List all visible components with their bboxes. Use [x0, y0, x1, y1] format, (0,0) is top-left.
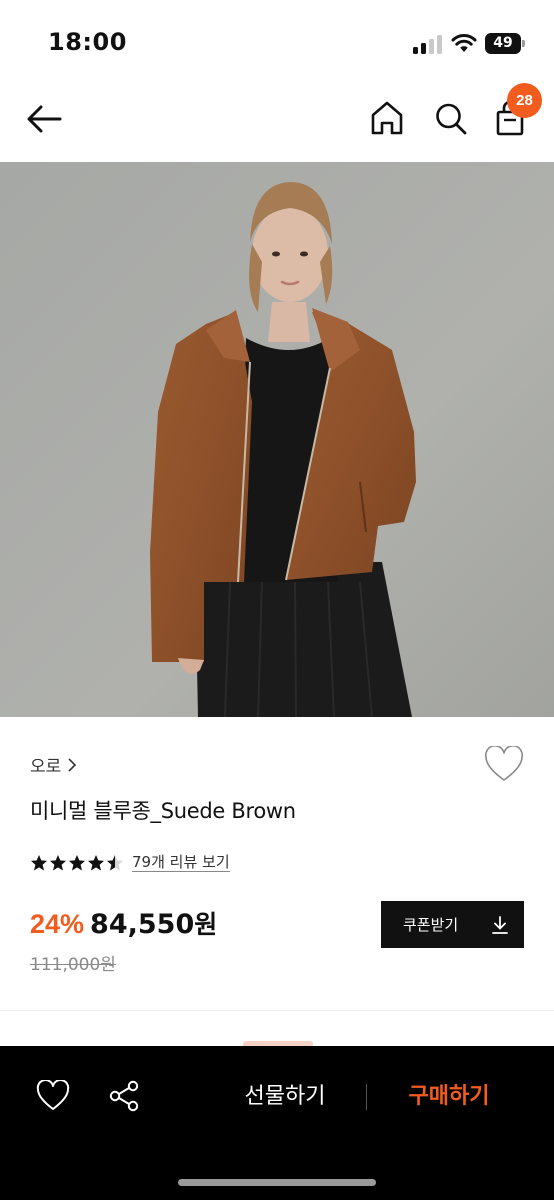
top-nav: 28 [0, 80, 554, 162]
coupon-label: 쿠폰받기 [403, 916, 459, 934]
sale-price: 84,550 [90, 909, 195, 940]
gift-button[interactable]: 선물하기 [228, 1080, 342, 1114]
button-separator [366, 1084, 367, 1110]
share-icon[interactable] [107, 1079, 141, 1113]
price-unit: 원 [194, 910, 218, 939]
status-time: 18:00 [48, 28, 127, 56]
review-link[interactable]: 79개 리뷰 보기 [132, 853, 230, 872]
star-icon [50, 854, 66, 870]
brand-link[interactable]: 오로 [30, 752, 77, 777]
brand-name: 오로 [30, 757, 62, 777]
back-arrow-icon[interactable] [24, 98, 66, 140]
bottom-action-bar: 선물하기 구매하기 [0, 1046, 554, 1200]
battery-icon: 49 [485, 33, 525, 54]
heart-icon[interactable] [36, 1080, 70, 1112]
star-icon [107, 854, 123, 870]
rating-row: 79개 리뷰 보기 [30, 853, 230, 872]
wishlist-heart-icon[interactable] [484, 746, 524, 784]
product-name: 미니멀 블루종_Suede Brown [30, 799, 296, 823]
chevron-right-icon [68, 757, 77, 772]
star-icon [31, 854, 47, 870]
cart-count-badge[interactable]: 28 [507, 83, 542, 118]
home-indicator [178, 1179, 376, 1186]
star-icon [69, 854, 85, 870]
download-icon [492, 915, 508, 934]
cellular-signal-icon [413, 34, 443, 54]
original-price: 111,000원 [30, 955, 116, 975]
home-icon[interactable] [368, 98, 406, 138]
status-bar: 18:00 49 [0, 0, 554, 80]
product-image[interactable] [0, 162, 554, 717]
search-icon[interactable] [432, 98, 470, 138]
battery-level: 49 [485, 33, 521, 54]
buy-button[interactable]: 구매하기 [392, 1080, 506, 1114]
section-divider [0, 1010, 554, 1011]
price-row: 24% 84,550 원 [30, 905, 217, 941]
discount-rate: 24% [30, 909, 85, 939]
rating-stars [30, 854, 124, 872]
wifi-icon [451, 33, 477, 52]
coupon-button[interactable]: 쿠폰받기 [381, 901, 524, 948]
star-icon [88, 854, 104, 870]
